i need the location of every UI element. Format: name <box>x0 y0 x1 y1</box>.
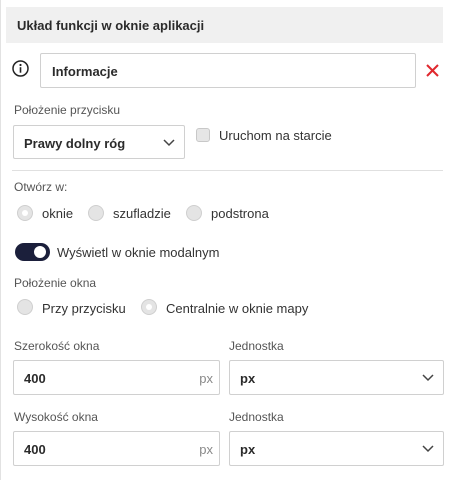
open-in-label: Otwórz w: <box>14 180 68 194</box>
info-icon <box>12 60 29 77</box>
panel-border <box>0 0 1 480</box>
radio-open-in-subpage[interactable] <box>186 205 202 221</box>
width-input-value: 400 <box>24 371 46 386</box>
radio-at-button-label: Przy przycisku <box>42 301 126 316</box>
height-input[interactable]: 400 px <box>13 431 220 466</box>
width-unit-select[interactable]: px <box>229 360 444 395</box>
radio-open-in-window[interactable] <box>17 205 33 221</box>
window-position-label: Położenie okna <box>14 276 97 290</box>
height-input-suffix: px <box>199 442 213 457</box>
chevron-down-icon <box>422 445 434 453</box>
settings-panel: Układ funkcji w oknie aplikacji Informac… <box>0 0 449 480</box>
chevron-down-icon <box>422 374 434 382</box>
height-unit-value: px <box>240 442 256 457</box>
name-input-value: Informacje <box>52 64 118 79</box>
radio-center-map-label: Centralnie w oknie mapy <box>166 301 309 316</box>
name-input[interactable]: Informacje <box>40 53 416 88</box>
radio-open-in-window-label: oknie <box>42 206 74 221</box>
height-input-value: 400 <box>24 442 46 457</box>
startup-checkbox-label: Uruchom na starcie <box>219 128 332 143</box>
width-unit-label: Jednostka <box>229 339 284 353</box>
startup-checkbox[interactable] <box>196 128 210 142</box>
modal-toggle-label: Wyświetl w oknie modalnym <box>57 245 220 260</box>
divider <box>12 170 443 171</box>
button-position-label: Położenie przycisku <box>14 103 121 117</box>
toggle-knob <box>34 246 46 258</box>
chevron-down-icon <box>163 139 175 147</box>
close-icon[interactable] <box>425 63 440 78</box>
radio-at-button[interactable] <box>17 299 33 315</box>
radio-open-in-subpage-label: podstrona <box>211 206 269 221</box>
width-input[interactable]: 400 px <box>13 360 220 395</box>
width-input-suffix: px <box>199 371 213 386</box>
radio-center-map[interactable] <box>141 299 157 315</box>
width-unit-value: px <box>240 371 256 386</box>
radio-open-in-drawer[interactable] <box>88 205 104 221</box>
width-label: Szerokość okna <box>14 339 100 353</box>
section-title: Układ funkcji w oknie aplikacji <box>17 18 205 33</box>
modal-toggle[interactable] <box>15 243 50 261</box>
button-position-select[interactable]: Prawy dolny róg <box>13 125 185 159</box>
button-position-value: Prawy dolny róg <box>24 136 126 151</box>
height-unit-label: Jednostka <box>229 410 284 424</box>
section-header: Układ funkcji w oknie aplikacji <box>6 7 443 43</box>
radio-open-in-drawer-label: szufladzie <box>113 206 171 221</box>
height-label: Wysokość okna <box>14 410 98 424</box>
height-unit-select[interactable]: px <box>229 431 444 466</box>
